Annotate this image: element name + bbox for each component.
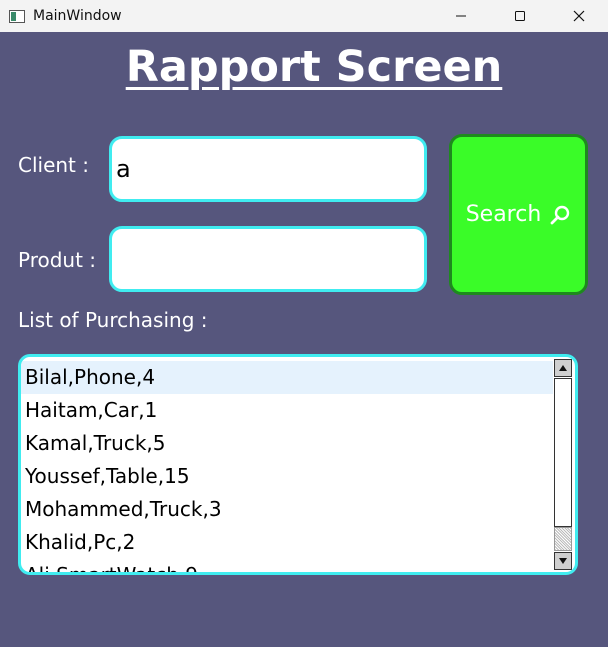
list-items: Bilal,Phone,4 Haitam,Car,1 Kamal,Truck,5 Yo… bbox=[21, 361, 553, 572]
scroll-thumb[interactable] bbox=[554, 378, 572, 527]
list-item[interactable]: Haitam,Car,1 bbox=[21, 394, 553, 427]
minimize-icon bbox=[455, 15, 466, 17]
maximize-button[interactable] bbox=[490, 0, 549, 32]
scroll-down-button[interactable] bbox=[554, 552, 572, 570]
list-item[interactable]: Mohammed,Truck,3 bbox=[21, 493, 553, 526]
list-item[interactable]: Kamal,Truck,5 bbox=[21, 427, 553, 460]
page-title: Rapport Screen bbox=[125, 42, 503, 92]
triangle-down-icon bbox=[559, 558, 567, 564]
purchasing-list[interactable]: Bilal,Phone,4 Haitam,Car,1 Kamal,Truck,5 Yo… bbox=[18, 354, 578, 575]
search-icon bbox=[550, 205, 570, 224]
main-window: MainWindow Rapport Screen Client : Produ… bbox=[0, 0, 608, 647]
scroll-track-rest[interactable] bbox=[554, 527, 572, 551]
produt-label: Produt : bbox=[18, 248, 97, 272]
window-controls bbox=[431, 0, 608, 32]
triangle-up-icon bbox=[559, 365, 567, 371]
app-icon bbox=[9, 9, 25, 23]
search-button-label: Search bbox=[465, 202, 542, 227]
minimize-button[interactable] bbox=[431, 0, 490, 32]
list-item[interactable]: Youssef,Table,15 bbox=[21, 460, 553, 493]
list-label: List of Purchasing : bbox=[18, 308, 208, 332]
scroll-track[interactable] bbox=[554, 378, 572, 551]
list-item[interactable]: Bilal,Phone,4 bbox=[21, 361, 553, 394]
close-icon bbox=[573, 10, 584, 22]
close-button[interactable] bbox=[549, 0, 608, 32]
title-bar[interactable]: MainWindow bbox=[0, 0, 608, 32]
scrollbar[interactable] bbox=[553, 359, 573, 570]
client-label: Client : bbox=[18, 153, 89, 177]
window-title: MainWindow bbox=[33, 8, 122, 24]
maximize-icon bbox=[514, 11, 525, 21]
produt-input[interactable] bbox=[109, 226, 427, 292]
list-item[interactable]: Ali,SmartWatch,9 bbox=[21, 559, 553, 572]
search-button[interactable]: Search bbox=[449, 134, 588, 295]
client-input[interactable] bbox=[109, 136, 427, 202]
scroll-up-button[interactable] bbox=[554, 359, 572, 377]
list-item[interactable]: Khalid,Pc,2 bbox=[21, 526, 553, 559]
